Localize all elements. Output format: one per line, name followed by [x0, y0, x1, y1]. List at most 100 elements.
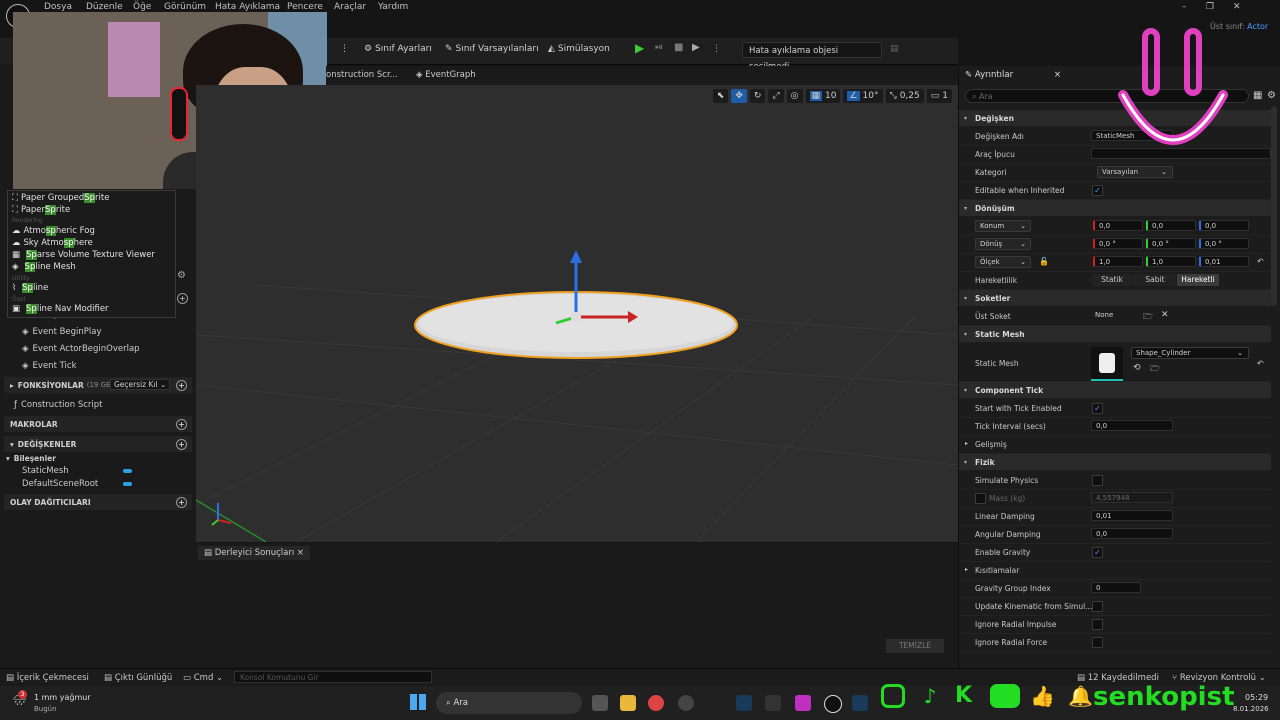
- rotation-y-field[interactable]: 0,0 °: [1146, 238, 1196, 249]
- rotate-tool-icon[interactable]: ↻: [749, 89, 766, 103]
- mobility-stationary-button[interactable]: Sabit: [1134, 274, 1176, 286]
- content-drawer-button[interactable]: ▤ İçerik Çekmecesi: [6, 673, 89, 683]
- restore-icon[interactable]: ❐: [1206, 2, 1214, 12]
- purple-app-icon[interactable]: [795, 695, 811, 711]
- file-explorer-icon[interactable]: [620, 695, 636, 711]
- parent-socket-field[interactable]: None: [1091, 310, 1141, 321]
- tab-event-graph[interactable]: ◈ EventGraph: [416, 70, 476, 80]
- use-selected-icon[interactable]: ⟲: [1133, 363, 1141, 373]
- dropdown-item[interactable]: ⛶ Paper Grouped Sp rite: [12, 193, 109, 203]
- macros-section[interactable]: MAKROLAR +: [4, 416, 192, 432]
- tab-construction-script[interactable]: onstruction Scr...: [326, 70, 398, 80]
- dropdown-item[interactable]: ▦ Sp arse Volume Texture Viewer: [12, 250, 155, 260]
- minimize-icon[interactable]: –: [1182, 2, 1187, 12]
- event-item[interactable]: ◈ Event BeginPlay: [22, 327, 102, 337]
- epic-games-icon[interactable]: [765, 695, 781, 711]
- steam-icon[interactable]: [852, 695, 868, 711]
- chrome-icon[interactable]: [648, 695, 664, 711]
- ignore-impulse-checkbox[interactable]: [1092, 619, 1103, 630]
- menu-edit[interactable]: Düzenle: [86, 2, 123, 12]
- mesh-thumbnail[interactable]: [1091, 347, 1123, 381]
- variable-item[interactable]: DefaultSceneRoot: [22, 479, 98, 489]
- select-tool-icon[interactable]: ⬉: [712, 89, 729, 103]
- parent-class-value[interactable]: Actor: [1247, 22, 1268, 31]
- play-options-icon[interactable]: ⋮: [712, 44, 721, 54]
- linear-damping-field[interactable]: 0,01: [1091, 510, 1173, 521]
- scale-tool-icon[interactable]: ⤢: [768, 89, 784, 103]
- console-input[interactable]: Konsol Komutunu Gir: [234, 671, 432, 683]
- menu-tools[interactable]: Araçlar: [334, 2, 366, 12]
- clock-time[interactable]: 05:29: [1245, 693, 1268, 702]
- add-function-icon[interactable]: +: [176, 380, 187, 391]
- static-mesh-dropdown[interactable]: Shape_Cylinder ⌄: [1131, 347, 1249, 359]
- tab-details[interactable]: ✎ Ayrıntılar ×: [959, 66, 1069, 84]
- stop-button[interactable]: ■: [674, 42, 683, 53]
- section-sockets[interactable]: ▾ Soketler: [959, 290, 1271, 306]
- simulate-physics-checkbox[interactable]: [1092, 475, 1103, 486]
- gravity-checkbox[interactable]: ✓: [1092, 547, 1103, 558]
- mobility-static-button[interactable]: Statik: [1091, 274, 1133, 286]
- add-dispatcher-icon[interactable]: +: [176, 497, 187, 508]
- simulation-button[interactable]: ◭ Simülasyon: [548, 44, 610, 54]
- rotation-dropdown[interactable]: Dönüş ⌄: [975, 238, 1031, 250]
- task-view-icon[interactable]: [592, 695, 608, 711]
- rotation-z-field[interactable]: 0,0 °: [1199, 238, 1249, 249]
- clear-icon[interactable]: ✕: [1161, 310, 1169, 320]
- location-x-field[interactable]: 0,0: [1093, 220, 1143, 231]
- scale-snap-button[interactable]: ⤡ 0,25: [885, 89, 924, 103]
- location-y-field[interactable]: 0,0: [1146, 220, 1196, 231]
- play-button[interactable]: ▶: [635, 41, 644, 55]
- rotation-snap-button[interactable]: ∠ 10°: [843, 89, 883, 103]
- location-z-field[interactable]: 0,0: [1199, 220, 1249, 231]
- gravity-group-field[interactable]: 0: [1091, 582, 1141, 593]
- browse-icon[interactable]: 🗁: [1150, 363, 1160, 377]
- step-button[interactable]: ⏯: [655, 42, 663, 53]
- dropdown-item[interactable]: ◈ Sp line Mesh: [12, 262, 76, 272]
- menu-file[interactable]: Dosya: [44, 2, 72, 12]
- menu-view[interactable]: Görünüm: [164, 2, 206, 12]
- clear-button[interactable]: TEMİZLE: [886, 639, 944, 653]
- event-item[interactable]: ◈ Event ActorBeginOverlap: [22, 344, 140, 354]
- reset-icon[interactable]: ↶: [1257, 257, 1264, 266]
- angular-damping-field[interactable]: 0,0: [1091, 528, 1173, 539]
- folder-icon[interactable]: 🗁: [1143, 311, 1153, 325]
- eject-button[interactable]: ▶: [692, 42, 700, 53]
- override-dropdown[interactable]: Geçersiz Kıl ⌄: [110, 379, 171, 390]
- app-icon[interactable]: [678, 695, 694, 711]
- row-advanced[interactable]: Gelişmiş ▸: [959, 435, 1271, 454]
- table-view-icon[interactable]: ▦: [1253, 90, 1262, 101]
- start-tick-checkbox[interactable]: ✓: [1092, 403, 1103, 414]
- ignore-force-checkbox[interactable]: [1092, 637, 1103, 648]
- windows-start-icon[interactable]: [410, 694, 426, 710]
- section-component-tick[interactable]: ▾ Component Tick: [959, 382, 1271, 398]
- mobility-movable-button[interactable]: Hareketli: [1177, 274, 1219, 286]
- update-kinematic-checkbox[interactable]: [1092, 601, 1103, 612]
- row-constraints[interactable]: Kısıtlamalar ▸: [959, 561, 1271, 580]
- steam-icon[interactable]: [736, 695, 752, 711]
- settings-icon[interactable]: ⚙: [1267, 90, 1276, 101]
- grid-snap-button[interactable]: ▦ 10: [805, 89, 841, 103]
- lock-icon[interactable]: 🔓: [1039, 257, 1049, 266]
- variable-item[interactable]: StaticMesh: [22, 466, 69, 476]
- functions-section[interactable]: ▸ FONKSİYONLAR (19 GEÇERSİ Geçersiz Kıl …: [4, 377, 192, 393]
- scrollbar[interactable]: [1271, 106, 1277, 306]
- components-category[interactable]: ▾ Bileşenler: [6, 454, 56, 463]
- close-window-icon[interactable]: ✕: [1233, 2, 1241, 12]
- location-dropdown[interactable]: Konum ⌄: [975, 220, 1031, 232]
- section-transform[interactable]: ▾ Dönüşüm: [959, 200, 1271, 216]
- add-component-icon[interactable]: +: [177, 293, 188, 304]
- taskbar-search[interactable]: ⌕ Ara: [436, 692, 582, 714]
- tick-interval-field[interactable]: 0,0: [1091, 420, 1173, 431]
- add-variable-icon[interactable]: +: [176, 439, 187, 450]
- section-static-mesh[interactable]: ▾ Static Mesh: [959, 326, 1271, 342]
- output-log-button[interactable]: ▤ Çıktı Günlüğü: [104, 673, 172, 683]
- category-dropdown[interactable]: Varsayılan ⌄: [1097, 166, 1173, 178]
- dropdown-item[interactable]: ☁ Atmo sp heric Fog: [12, 226, 95, 236]
- menu-debug[interactable]: Hata Ayıklama: [215, 2, 280, 12]
- dropdown-item[interactable]: ☁ Sky Atmo sp here: [12, 238, 93, 248]
- dispatchers-section[interactable]: OLAY DAĞITICILARI +: [4, 494, 192, 510]
- dropdown-item[interactable]: ▣ Sp line Nav Modifier: [12, 304, 109, 314]
- weather-text[interactable]: 1 mm yağmur: [34, 693, 91, 702]
- unreal-engine-icon[interactable]: [824, 695, 842, 713]
- close-tab-icon[interactable]: ×: [297, 548, 304, 558]
